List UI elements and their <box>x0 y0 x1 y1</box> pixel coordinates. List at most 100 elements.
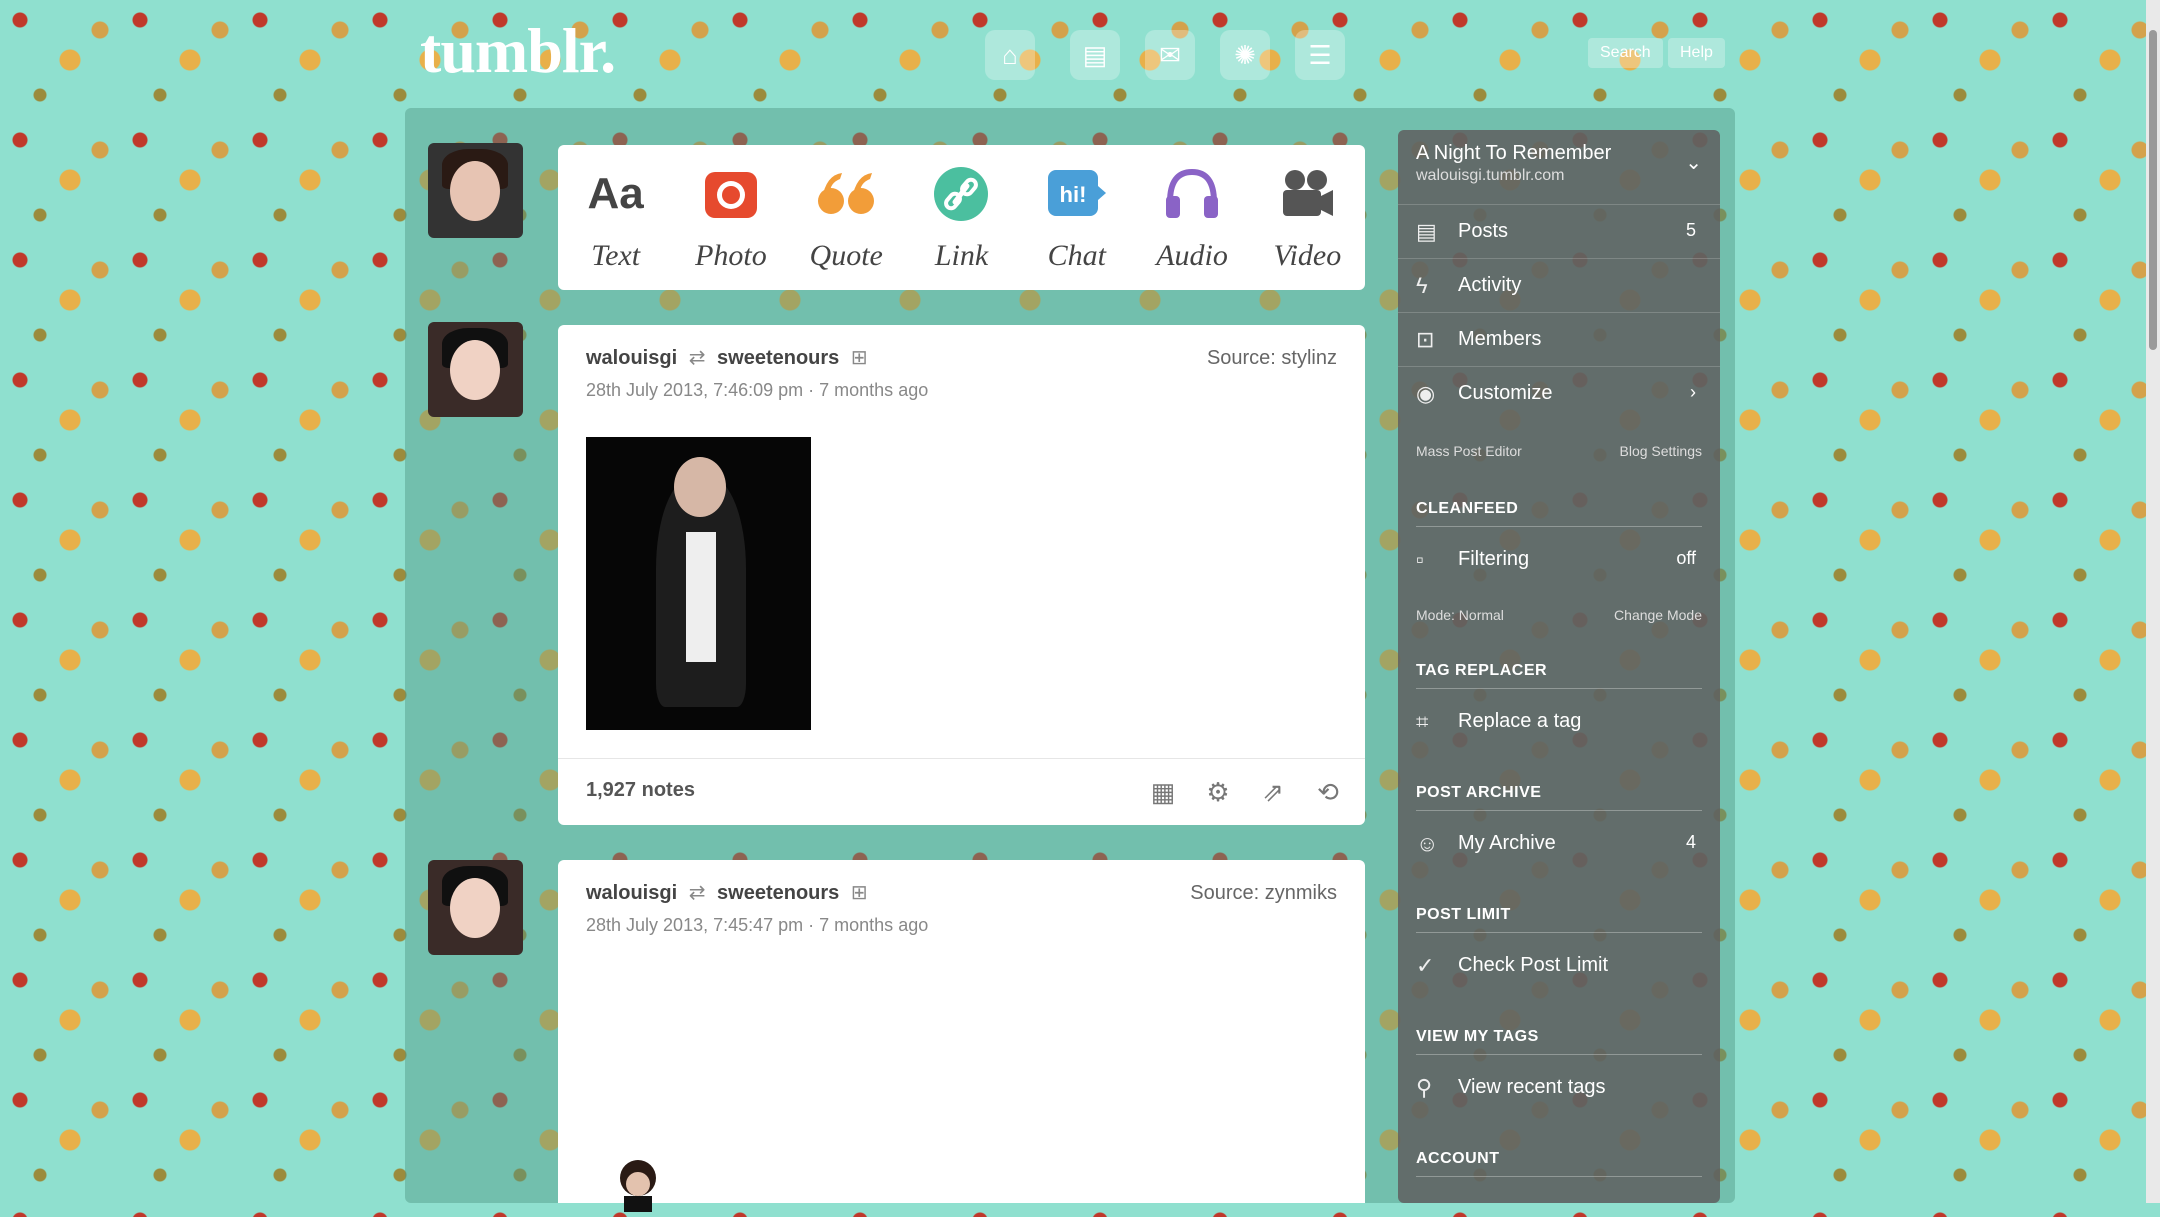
post-author[interactable]: walouisgi <box>586 347 677 369</box>
sidebar-item-replace-tag[interactable]: ⌗ Replace a tag <box>1398 695 1720 749</box>
post-type-chat[interactable]: hi! Chat <box>1024 163 1129 273</box>
post-type-quote[interactable]: Quote <box>794 163 899 273</box>
gear-icon[interactable]: ⚙ <box>1201 775 1235 809</box>
tumblr-logo[interactable]: tumblr. <box>420 14 616 88</box>
sidebar-item-label: Posts <box>1458 220 1509 242</box>
filter-icon: ▫ <box>1416 547 1424 572</box>
post-type-label: Photo <box>695 238 767 272</box>
text-icon: Aa <box>587 168 644 218</box>
post-type-video[interactable]: Video <box>1255 163 1360 273</box>
sidebar-item-label: Customize <box>1458 382 1553 404</box>
blog-title[interactable]: A Night To Remember <box>1416 142 1611 165</box>
sidebar-item-label: My Archive <box>1458 832 1556 854</box>
mass-post-editor-link[interactable]: Mass Post Editor <box>1416 443 1522 459</box>
notes-count[interactable]: 1,927 notes <box>586 779 695 802</box>
avatar[interactable] <box>428 860 523 955</box>
scrollbar[interactable] <box>2146 0 2160 1203</box>
top-bar: tumblr. ⌂ ▤ ✉ ✺ ☰ Search Help <box>0 0 2160 110</box>
filtering-status: off <box>1676 548 1696 568</box>
post-source[interactable]: Source: zynmiks <box>1190 882 1337 905</box>
post-photo[interactable] <box>586 437 811 730</box>
post-author[interactable]: walouisgi <box>586 882 677 904</box>
camera-icon <box>700 163 762 225</box>
sidebar-item-label: Replace a tag <box>1458 710 1582 732</box>
help-button[interactable]: Help <box>1668 38 1725 68</box>
sidebar-item-customize[interactable]: ◉ Customize › <box>1398 366 1720 421</box>
svg-text:hi!: hi! <box>1059 182 1086 207</box>
scrollbar-thumb[interactable] <box>2149 30 2157 350</box>
post-type-audio[interactable]: Audio <box>1140 163 1245 273</box>
avatar[interactable] <box>428 322 523 417</box>
cleanfeed-mode: Mode: Normal Change Mode <box>1416 607 1702 623</box>
lightning-icon: ϟ <box>1416 273 1428 298</box>
post-card: walouisgi ⇄ sweetenours ⊞ Source: stylin… <box>558 325 1365 825</box>
reblog-icon: ⇄ <box>688 882 706 904</box>
section-heading: ACCOUNT <box>1416 1150 1702 1177</box>
post-type-text[interactable]: Aa Text <box>563 163 668 273</box>
user-icon: ☺ <box>1416 831 1439 856</box>
quote-icon <box>815 163 877 225</box>
sidebar-item-count: 4 <box>1685 832 1696 852</box>
post-type-label: Quote <box>809 238 883 272</box>
sidebar-item-activity[interactable]: ϟ Activity <box>1398 258 1720 313</box>
document-icon: ▤ <box>1416 219 1437 244</box>
post-photo[interactable] <box>608 1152 668 1212</box>
post-type-label: Text <box>591 238 641 272</box>
section-heading: POST ARCHIVE <box>1416 784 1702 811</box>
section-heading: POST LIMIT <box>1416 906 1702 933</box>
account-icon[interactable]: ☰ <box>1295 30 1345 80</box>
mode-label: Mode: Normal <box>1416 607 1504 623</box>
post-source[interactable]: Source: stylinz <box>1207 347 1337 370</box>
reblog-icon[interactable]: ⟲ <box>1311 775 1345 809</box>
sidebar-item-posts[interactable]: ▤ Posts 5 <box>1398 204 1720 259</box>
eye-icon: ◉ <box>1416 381 1436 406</box>
post-reblogged-from[interactable]: sweetenours <box>717 882 839 904</box>
sidebar-links: Mass Post Editor Blog Settings <box>1416 443 1702 459</box>
blog-settings-link[interactable]: Blog Settings <box>1620 443 1703 459</box>
search-button[interactable]: Search <box>1588 38 1663 68</box>
share-icon[interactable]: ⇗ <box>1256 775 1290 809</box>
tag-icon: ⌗ <box>1416 709 1429 734</box>
post-type-label: Chat <box>1047 238 1106 272</box>
sidebar-item-filtering[interactable]: ▫ Filtering off <box>1398 533 1720 587</box>
blog-url[interactable]: walouisgi.tumblr.com <box>1416 167 1565 185</box>
sidebar-item-label: View recent tags <box>1458 1076 1606 1098</box>
video-camera-icon <box>1276 163 1338 225</box>
post-footer: 1,927 notes ▦ ⚙ ⇗ ⟲ <box>558 758 1365 825</box>
post-reblogged-from[interactable]: sweetenours <box>717 347 839 369</box>
follow-icon[interactable]: ⊞ <box>851 347 868 369</box>
post-date[interactable]: 28th July 2013, 7:46:09 pm · 7 months ag… <box>586 380 1337 401</box>
sidebar-item-label: Filtering <box>1458 548 1530 570</box>
post-type-photo[interactable]: Photo <box>678 163 783 273</box>
section-heading: TAG REPLACER <box>1416 662 1702 689</box>
post-type-chooser: Aa Text Photo Quote Link hi! Chat Audio <box>558 145 1365 290</box>
post-card: walouisgi ⇄ sweetenours ⊞ Source: zynmik… <box>558 860 1365 1212</box>
reblogger-avatar-icon[interactable]: ▦ <box>1146 775 1180 809</box>
mail-icon[interactable]: ✉ <box>1145 30 1195 80</box>
section-heading: VIEW MY TAGS <box>1416 1028 1702 1055</box>
sidebar: A Night To Remember walouisgi.tumblr.com… <box>1398 130 1720 1203</box>
inbox-icon[interactable]: ▤ <box>1070 30 1120 80</box>
sidebar-item-my-archive[interactable]: ☺ My Archive 4 <box>1398 817 1720 871</box>
sidebar-item-members[interactable]: ⊡ Members <box>1398 312 1720 367</box>
sidebar-item-label: Members <box>1458 328 1542 350</box>
home-icon[interactable]: ⌂ <box>985 30 1035 80</box>
follow-icon[interactable]: ⊞ <box>851 882 868 904</box>
sidebar-item-recent-tags[interactable]: ⚲ View recent tags <box>1398 1061 1720 1115</box>
post-type-label: Video <box>1273 238 1342 272</box>
avatar[interactable] <box>428 143 523 238</box>
chevron-down-icon[interactable]: ⌄ <box>1685 150 1702 175</box>
post-type-link[interactable]: Link <box>909 163 1014 273</box>
sidebar-item-label: Activity <box>1458 274 1522 296</box>
post-date[interactable]: 28th July 2013, 7:45:47 pm · 7 months ag… <box>586 915 1337 936</box>
reblog-icon: ⇄ <box>688 347 706 369</box>
compass-icon[interactable]: ✺ <box>1220 30 1270 80</box>
link-icon <box>930 163 992 225</box>
sidebar-item-label: Check Post Limit <box>1458 954 1609 976</box>
check-icon: ✓ <box>1416 953 1435 978</box>
post-type-label: Link <box>934 238 989 272</box>
section-heading: CLEANFEED <box>1416 500 1702 527</box>
change-mode-link[interactable]: Change Mode <box>1614 607 1702 623</box>
sidebar-item-post-limit[interactable]: ✓ Check Post Limit <box>1398 939 1720 993</box>
chevron-right-icon: › <box>1690 382 1696 402</box>
